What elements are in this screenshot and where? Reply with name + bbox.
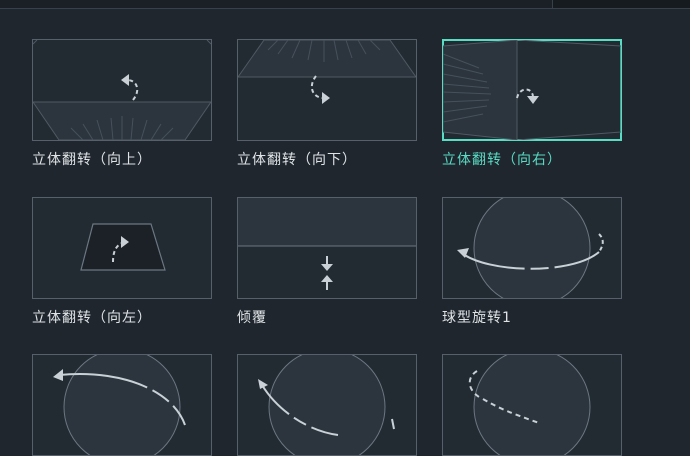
transition-tile-cube-flip-up[interactable]: 立体翻转（向上）	[32, 39, 212, 168]
transition-tile-cube-flip-left[interactable]: 立体翻转（向左）	[32, 197, 212, 326]
cube-flip-right-icon	[443, 40, 621, 140]
topple-icon	[238, 198, 416, 290]
transition-tile-sphere-rotate-1[interactable]: 球型旋转1	[442, 197, 622, 326]
transition-thumbnail	[237, 197, 417, 299]
transition-label: 立体翻转（向下）	[237, 152, 357, 168]
transition-thumbnail	[32, 354, 212, 456]
sphere-rotate-icon	[457, 198, 604, 298]
toolbar-segment	[552, 0, 690, 8]
transition-tile-cube-flip-down[interactable]: 立体翻转（向下）	[237, 39, 417, 168]
transition-tile-cube-flip-right[interactable]: 立体翻转（向右）	[442, 39, 622, 168]
transition-label: 立体翻转（向上）	[32, 152, 152, 168]
transition-thumbnail	[32, 39, 212, 141]
transition-tile-sphere-rotate[interactable]	[237, 354, 417, 456]
cube-flip-down-icon	[238, 40, 416, 104]
transition-label: 球型旋转1	[442, 310, 512, 326]
transition-label: 倾覆	[237, 310, 267, 326]
transition-tile-sphere-rotate[interactable]	[442, 354, 622, 456]
transition-tile-sphere-rotate[interactable]	[32, 354, 212, 456]
sphere-rotate-icon	[468, 355, 591, 455]
cube-flip-left-icon	[80, 223, 166, 271]
sphere-rotate-icon	[53, 355, 186, 455]
sphere-rotate-icon	[258, 355, 395, 455]
transition-thumbnail	[442, 39, 622, 141]
transition-thumbnail	[32, 197, 212, 299]
transition-thumbnail	[442, 354, 622, 456]
transition-tile-topple[interactable]: 倾覆	[237, 197, 417, 326]
cube-flip-up-icon	[33, 40, 211, 140]
transition-thumbnail	[237, 354, 417, 456]
transition-label: 立体翻转（向左）	[32, 310, 152, 326]
transition-thumbnail	[237, 39, 417, 141]
transition-label: 立体翻转（向右）	[442, 152, 562, 168]
transition-thumbnail	[442, 197, 622, 299]
top-toolbar	[0, 0, 690, 9]
transition-grid: 立体翻转（向上） 立体翻转（向下） 立体翻转（向右） 立体翻转（向左） 倾覆 球…	[32, 39, 632, 456]
